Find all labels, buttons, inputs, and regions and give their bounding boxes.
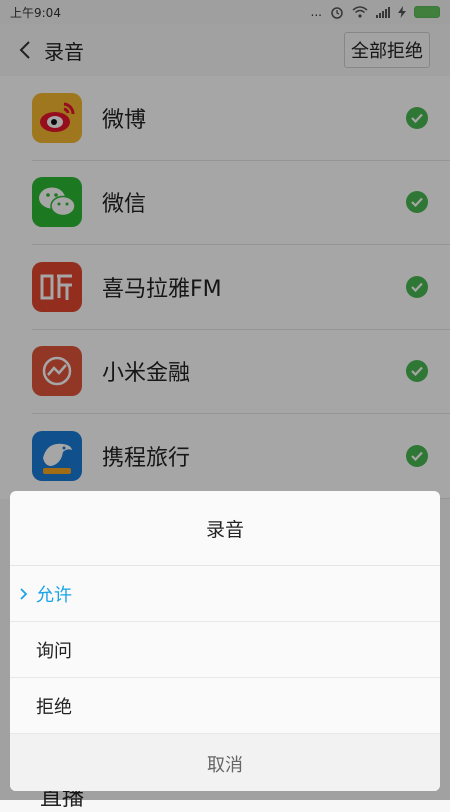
permission-dialog: 录音 允许 询问 拒绝 取消 xyxy=(10,491,440,791)
option-label: 允许 xyxy=(36,584,72,606)
cancel-button[interactable]: 取消 xyxy=(10,734,440,791)
dialog-title: 录音 xyxy=(10,491,440,566)
option-deny[interactable]: 拒绝 xyxy=(10,678,440,734)
option-label: 拒绝 xyxy=(36,696,72,718)
option-allow[interactable]: 允许 xyxy=(10,566,440,622)
chevron-right-icon xyxy=(20,587,28,600)
option-label: 询问 xyxy=(36,640,72,662)
option-ask[interactable]: 询问 xyxy=(10,622,440,678)
